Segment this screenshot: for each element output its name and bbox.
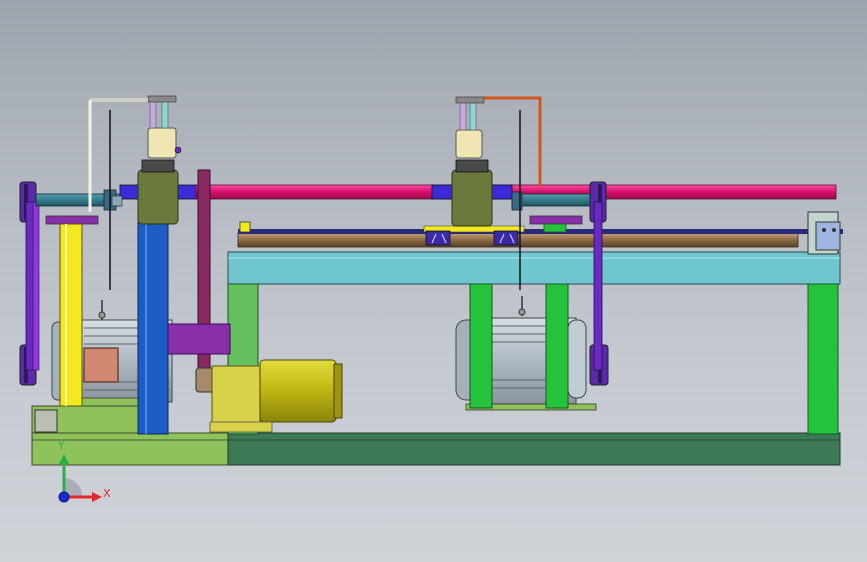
- machine-assembly: [19, 95, 843, 503]
- cad-viewport[interactable]: Y X: [0, 0, 867, 562]
- left-blue-column: [137, 221, 169, 435]
- right-motor: [455, 283, 597, 411]
- left-pulley-belt: [19, 181, 40, 386]
- x-axis-label: X: [103, 487, 111, 500]
- y-axis-label: Y: [58, 439, 65, 452]
